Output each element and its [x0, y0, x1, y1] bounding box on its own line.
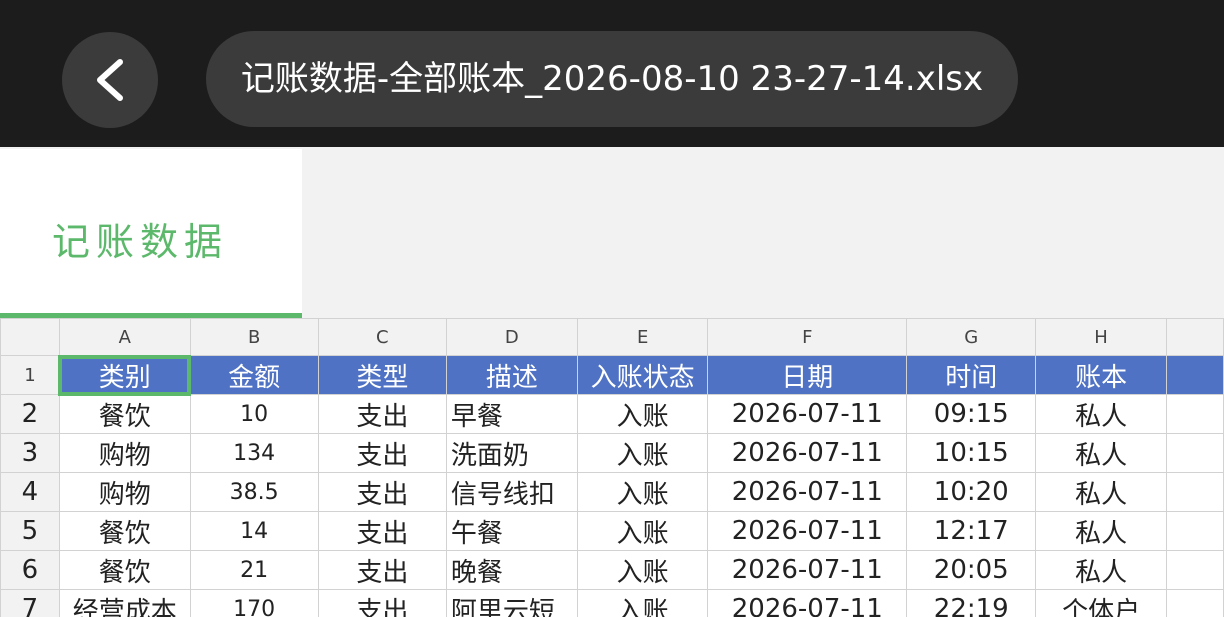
column-header[interactable]: C — [317, 318, 447, 356]
top-bar: 记账数据-全部账本_2026-08-10 23-27-14.xlsx — [0, 0, 1224, 147]
table-row: 4 购物 38.5 支出 信号线扣 入账 2026-07-11 10:20 私人 — [0, 472, 1224, 512]
table-row: 6 餐饮 21 支出 晚餐 入账 2026-07-11 20:05 私人 — [0, 550, 1224, 590]
spreadsheet-grid[interactable]: A B C D E F G H 1 类别 金额 类型 描述 入账状态 日期 时间… — [0, 318, 1224, 617]
row-header[interactable]: 4 — [0, 472, 60, 512]
sheet-tab-label: 记账数据 — [52, 220, 229, 264]
table-cell[interactable]: 经营成本 — [58, 589, 191, 617]
table-cell[interactable]: 2026-07-11 — [707, 589, 908, 617]
table-cell[interactable]: 12:17 — [906, 511, 1037, 551]
table-cell[interactable]: 2026-07-11 — [707, 394, 908, 434]
table-cell[interactable]: 洗面奶 — [445, 433, 578, 473]
table-cell[interactable]: 134 — [189, 433, 319, 473]
sheet-table: A B C D E F G H 1 类别 金额 类型 描述 入账状态 日期 时间… — [0, 318, 1224, 617]
table-row: 2 餐饮 10 支出 早餐 入账 2026-07-11 09:15 私人 — [0, 394, 1224, 434]
header-cell[interactable]: 类别 — [58, 354, 192, 396]
table-cell[interactable]: 餐饮 — [58, 550, 191, 590]
row-header[interactable]: 3 — [0, 433, 60, 473]
table-cell[interactable]: 餐饮 — [58, 511, 191, 551]
table-cell[interactable]: 支出 — [317, 433, 447, 473]
column-header[interactable]: E — [576, 318, 709, 356]
table-cell[interactable]: 38.5 — [189, 472, 319, 512]
column-header[interactable]: B — [189, 318, 319, 356]
header-cell[interactable]: 日期 — [707, 355, 908, 395]
table-cell[interactable]: 餐饮 — [58, 394, 191, 434]
table-cell[interactable]: 2026-07-11 — [707, 550, 908, 590]
table-cell[interactable]: 2026-07-11 — [707, 433, 908, 473]
table-cell[interactable]: 个体户 — [1035, 589, 1167, 617]
table-cell[interactable]: 私人 — [1035, 550, 1167, 590]
table-cell[interactable]: 10 — [189, 394, 319, 434]
column-header[interactable]: A — [58, 318, 191, 356]
header-cell[interactable]: 类型 — [317, 355, 447, 395]
table-cell[interactable]: 午餐 — [445, 511, 578, 551]
corner-cell[interactable] — [0, 318, 60, 356]
table-cell[interactable]: 支出 — [317, 511, 447, 551]
column-header-row: A B C D E F G H — [0, 318, 1224, 356]
table-row: 1 类别 金额 类型 描述 入账状态 日期 时间 账本 — [0, 354, 1224, 396]
header-cell[interactable]: 入账状态 — [576, 355, 709, 395]
table-cell[interactable]: 支出 — [317, 394, 447, 434]
table-cell[interactable] — [1165, 433, 1224, 473]
table-cell[interactable]: 入账 — [576, 511, 709, 551]
header-cell[interactable]: 时间 — [906, 355, 1037, 395]
table-cell[interactable]: 阿里云短 — [445, 589, 578, 617]
row-header[interactable]: 5 — [0, 511, 60, 551]
sheet-tab-bar: 记账数据 — [0, 147, 1224, 318]
table-cell[interactable]: 早餐 — [445, 394, 578, 434]
table-cell[interactable]: 2026-07-11 — [707, 472, 908, 512]
table-cell[interactable]: 2026-07-11 — [707, 511, 908, 551]
table-cell[interactable]: 购物 — [58, 472, 191, 512]
back-button[interactable] — [62, 32, 158, 128]
column-header[interactable]: H — [1035, 318, 1167, 356]
table-cell[interactable]: 09:15 — [906, 394, 1037, 434]
table-cell[interactable]: 21 — [189, 550, 319, 590]
header-cell[interactable]: 账本 — [1035, 355, 1167, 395]
table-cell[interactable]: 支出 — [317, 550, 447, 590]
table-row: 7 经营成本 170 支出 阿里云短 入账 2026-07-11 22:19 个… — [0, 589, 1224, 617]
row-header[interactable]: 2 — [0, 394, 60, 434]
column-header[interactable] — [1165, 318, 1224, 356]
table-cell[interactable]: 入账 — [576, 433, 709, 473]
table-cell[interactable]: 购物 — [58, 433, 191, 473]
table-cell[interactable]: 入账 — [576, 472, 709, 512]
column-header[interactable]: D — [445, 318, 578, 356]
table-cell[interactable]: 10:20 — [906, 472, 1037, 512]
row-header[interactable]: 7 — [0, 589, 60, 617]
table-cell[interactable] — [1165, 394, 1224, 434]
table-cell[interactable] — [1165, 511, 1224, 551]
table-cell[interactable]: 20:05 — [906, 550, 1037, 590]
chevron-left-icon — [97, 59, 123, 101]
table-cell[interactable]: 信号线扣 — [445, 472, 578, 512]
column-header[interactable]: F — [707, 318, 908, 356]
table-cell[interactable]: 私人 — [1035, 433, 1167, 473]
table-cell[interactable]: 私人 — [1035, 472, 1167, 512]
table-cell[interactable] — [1165, 472, 1224, 512]
table-cell[interactable] — [1165, 589, 1224, 617]
header-cell[interactable] — [1165, 355, 1224, 395]
table-cell[interactable]: 入账 — [576, 550, 709, 590]
column-header[interactable]: G — [906, 318, 1037, 356]
table-cell[interactable]: 10:15 — [906, 433, 1037, 473]
table-cell[interactable]: 支出 — [317, 472, 447, 512]
table-cell[interactable]: 支出 — [317, 589, 447, 617]
header-cell[interactable]: 描述 — [445, 355, 578, 395]
row-header[interactable]: 6 — [0, 550, 60, 590]
table-row: 5 餐饮 14 支出 午餐 入账 2026-07-11 12:17 私人 — [0, 511, 1224, 551]
table-cell[interactable] — [1165, 550, 1224, 590]
table-row: 3 购物 134 支出 洗面奶 入账 2026-07-11 10:15 私人 — [0, 433, 1224, 473]
row-header[interactable]: 1 — [0, 355, 60, 395]
table-cell[interactable]: 14 — [189, 511, 319, 551]
table-cell[interactable]: 私人 — [1035, 394, 1167, 434]
sheet-tab[interactable]: 记账数据 — [0, 149, 302, 318]
table-cell[interactable]: 私人 — [1035, 511, 1167, 551]
header-cell[interactable]: 金额 — [189, 355, 319, 395]
table-cell[interactable]: 170 — [189, 589, 319, 617]
table-cell[interactable]: 入账 — [576, 589, 709, 617]
file-title: 记账数据-全部账本_2026-08-10 23-27-14.xlsx — [206, 31, 1018, 127]
table-cell[interactable]: 晚餐 — [445, 550, 578, 590]
table-cell[interactable]: 22:19 — [906, 589, 1037, 617]
table-cell[interactable]: 入账 — [576, 394, 709, 434]
